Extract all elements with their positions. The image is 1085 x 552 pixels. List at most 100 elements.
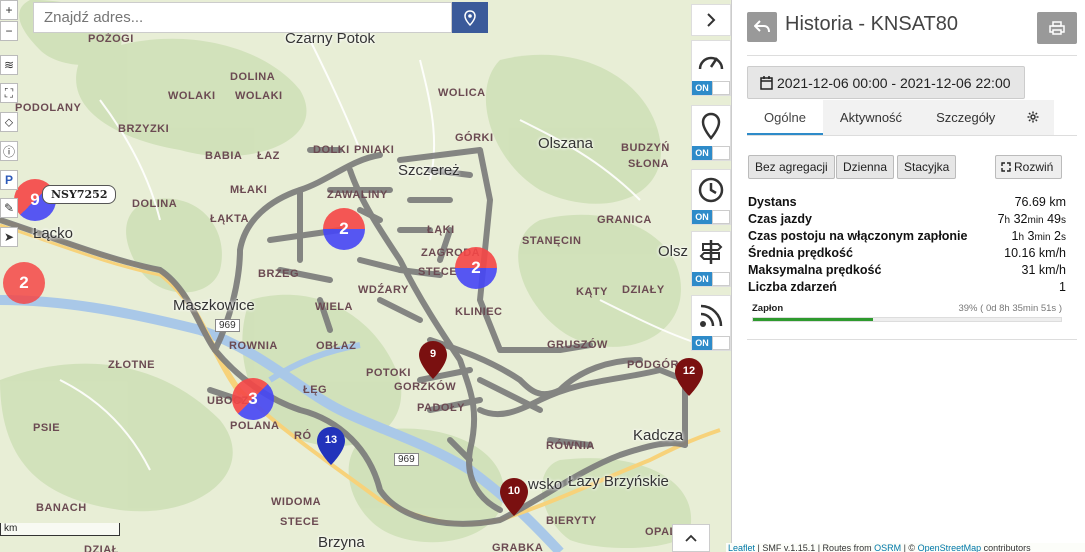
back-button[interactable] xyxy=(747,12,777,42)
toggle-on[interactable]: ON xyxy=(692,81,712,95)
stat-label: Czas jazdy xyxy=(748,212,812,226)
place-label: ŁĘG xyxy=(303,384,328,396)
stat-row: Średnia prędkość 10.16 km/h xyxy=(748,246,1066,263)
time-layer-toggle[interactable]: ON xyxy=(691,169,731,225)
place-label: BRZYZKI xyxy=(118,123,170,135)
event-pin[interactable]: 12 xyxy=(675,358,703,396)
pin-number: 13 xyxy=(324,434,338,446)
aggregation-none-button[interactable]: Bez agregacji xyxy=(748,155,835,179)
stat-value: 7h 32min 49s xyxy=(997,212,1066,226)
place-label: DZIAŁY xyxy=(622,284,665,296)
zoom-out-button[interactable]: − xyxy=(0,21,18,41)
locate-button[interactable]: ➤ xyxy=(0,227,18,247)
place-label: GORZKÓW xyxy=(394,381,457,393)
marker-cluster[interactable]: 3 xyxy=(232,378,274,420)
place-label: DZIAŁ xyxy=(84,544,119,552)
toggle-on[interactable]: ON xyxy=(692,272,712,286)
toggle-off[interactable] xyxy=(712,336,730,350)
stat-value: 1 xyxy=(1059,280,1066,294)
vehicle-label[interactable]: NSY7252 xyxy=(42,185,117,204)
print-button[interactable] xyxy=(1037,12,1077,44)
collapse-up-button[interactable] xyxy=(672,524,710,552)
place-label: PODOLANY xyxy=(15,102,82,114)
place-label: STECE xyxy=(280,516,320,528)
tab-activity[interactable]: Aktywność xyxy=(822,100,920,135)
place-label: RÓWNIA xyxy=(546,440,595,452)
place-label: WDŹARY xyxy=(358,284,409,296)
layers-button[interactable]: ≋ xyxy=(0,55,18,75)
place-label: DOLINA xyxy=(230,71,276,83)
tab-general[interactable]: Ogólne xyxy=(747,100,823,135)
aggregation-daily-button[interactable]: Dzienna xyxy=(836,155,895,179)
panel-title: Historia - KNSAT80 xyxy=(785,13,959,35)
marker-cluster[interactable]: 2 xyxy=(323,208,365,250)
town-label: Olsz xyxy=(658,243,688,260)
zoom-in-button[interactable]: + xyxy=(0,0,18,20)
town-label: Brzyna xyxy=(318,534,365,551)
stat-label: Czas postoju na włączonym zapłonie xyxy=(748,229,968,243)
toggle-off[interactable] xyxy=(712,81,730,95)
fullscreen-button[interactable]: ⛶ xyxy=(0,83,18,103)
toggle-on[interactable]: ON xyxy=(692,146,712,160)
fullscreen-icon: ⛶ xyxy=(4,85,14,100)
address-search-input[interactable] xyxy=(33,2,452,33)
place-label: POLANA xyxy=(230,420,280,432)
aggregation-ignition-button[interactable]: Stacyjka xyxy=(897,155,957,179)
signpost-icon xyxy=(699,240,723,264)
toggle-on[interactable]: ON xyxy=(692,210,712,224)
osrm-link[interactable]: OSRM xyxy=(874,543,901,552)
gear-icon xyxy=(1027,111,1039,123)
tab-settings[interactable] xyxy=(1012,100,1055,135)
marker-cluster[interactable]: 2 xyxy=(3,262,45,304)
event-pin[interactable]: 10 xyxy=(500,478,528,516)
town-label: Łącko xyxy=(33,225,74,242)
osm-link[interactable]: OpenStreetMap xyxy=(918,543,982,552)
place-label: BABIA xyxy=(205,150,243,162)
markers-layer-toggle[interactable]: ON xyxy=(691,105,731,161)
stat-label: Liczba zdarzeń xyxy=(748,280,837,294)
map-attribution: Leaflet | SMF v.1.15.1 | Routes from OSR… xyxy=(726,543,1085,552)
tag-button[interactable]: ⬦ xyxy=(0,112,18,132)
reply-arrow-icon xyxy=(754,20,770,33)
printer-icon xyxy=(1049,21,1065,35)
tab-details[interactable]: Szczegóły xyxy=(919,100,1013,135)
info-button[interactable]: ⓘ xyxy=(0,141,18,161)
chevron-up-icon xyxy=(685,534,697,542)
toggle-on[interactable]: ON xyxy=(692,336,712,350)
marker-cluster[interactable]: 2 xyxy=(455,247,497,289)
pin-number: 10 xyxy=(507,485,521,497)
date-range-button[interactable]: 2021-12-06 00:00 - 2021-12-06 22:00 xyxy=(747,66,1025,99)
event-pin[interactable]: 9 xyxy=(419,341,447,379)
place-label: POTOKI xyxy=(366,367,411,379)
stat-row: Liczba zdarzeń 1 xyxy=(748,280,1066,297)
draw-button[interactable]: ✎ xyxy=(0,198,18,218)
place-label: BUDZYŃ xyxy=(621,142,670,154)
event-pin[interactable]: 13 xyxy=(317,427,345,465)
progress-fill xyxy=(753,318,874,321)
map-pin-icon xyxy=(500,478,528,516)
collapse-panel-button[interactable] xyxy=(691,4,731,36)
place-label: BANACH xyxy=(36,502,87,514)
toggle-off[interactable] xyxy=(712,146,730,160)
toggle-off[interactable] xyxy=(712,272,730,286)
leaflet-link[interactable]: Leaflet xyxy=(728,543,755,552)
stat-row: Czas postoju na włączonym zapłonie 1h 3mi… xyxy=(748,229,1066,246)
town-label: Łazy Brzyńskie xyxy=(568,473,669,490)
stat-value: 1h 3min 2s xyxy=(1011,229,1066,243)
place-label: STANĘCIN xyxy=(522,235,582,247)
toggle-off[interactable] xyxy=(712,210,730,224)
place-label: BRZEG xyxy=(258,268,299,280)
expand-button[interactable]: Rozwiń xyxy=(995,155,1062,179)
place-label: POŻOGI xyxy=(88,33,134,45)
parking-button[interactable]: P xyxy=(0,170,18,190)
signal-layer-toggle[interactable]: ON xyxy=(691,295,731,351)
address-search-button[interactable] xyxy=(452,2,488,33)
ignition-progress: Zapłon 39% ( 0d 8h 35min 51s ) xyxy=(752,303,1062,322)
calendar-icon xyxy=(760,75,773,90)
divider xyxy=(747,339,1077,340)
road-number-badge: 969 xyxy=(215,319,240,332)
place-label: PODGÓR xyxy=(627,359,679,371)
signpost-layer-toggle[interactable]: ON xyxy=(691,231,731,287)
speed-layer-toggle[interactable]: ON xyxy=(691,40,731,96)
progress-bar xyxy=(752,317,1062,322)
